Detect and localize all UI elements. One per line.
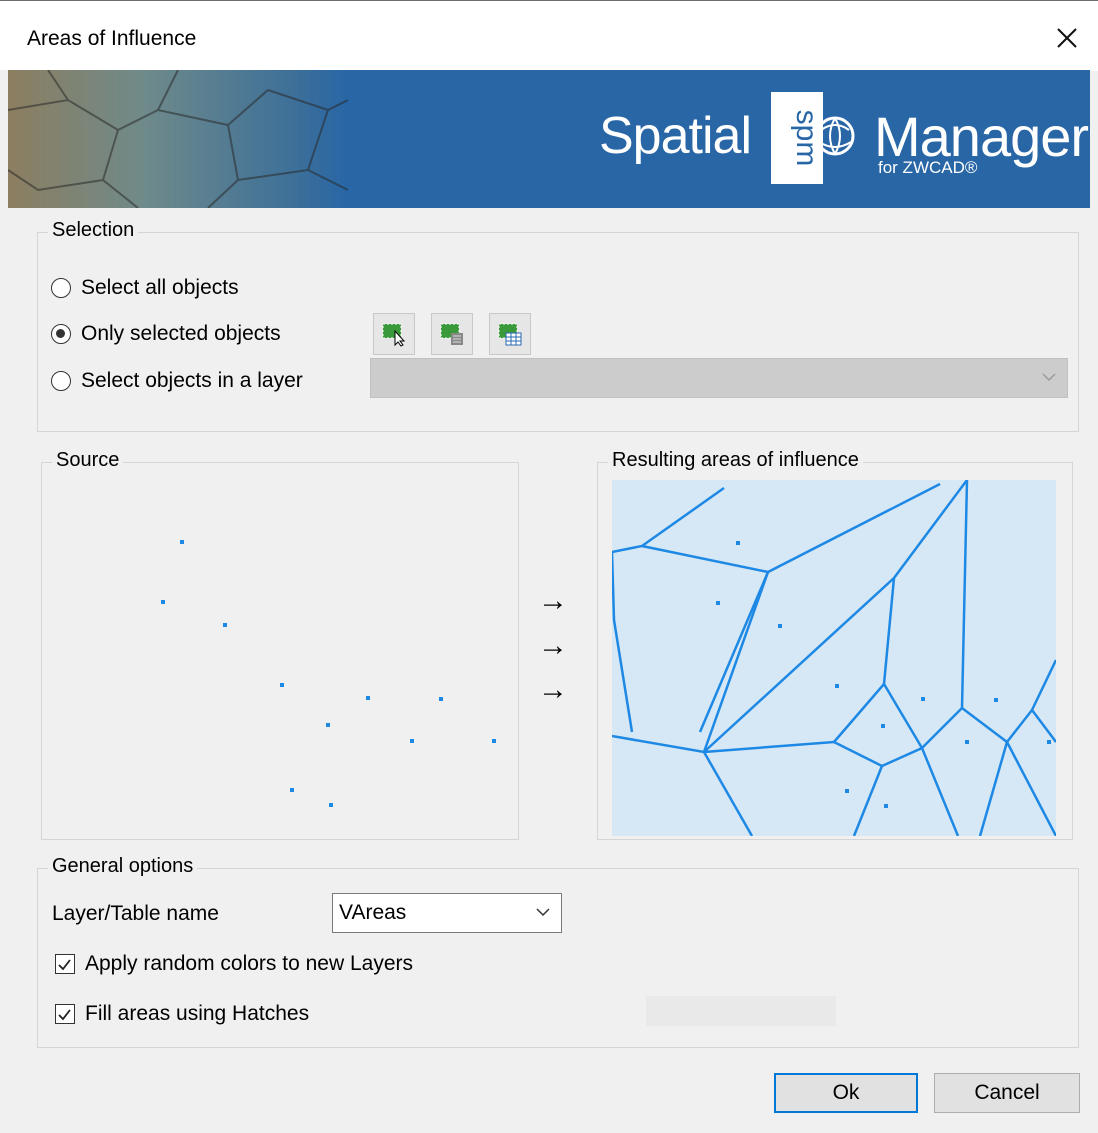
source-point <box>439 697 443 701</box>
hidden-control-placeholder <box>646 996 836 1026</box>
arrow-right-icon: → <box>538 629 568 662</box>
select-by-filter-button[interactable] <box>431 313 473 355</box>
radio-label: Only selected objects <box>81 322 281 345</box>
brand-spatial-text: Spatial <box>599 107 752 165</box>
radio-circle[interactable] <box>51 278 71 298</box>
source-point <box>280 683 284 687</box>
result-point <box>736 541 740 545</box>
result-point <box>884 804 888 808</box>
source-point <box>492 739 496 743</box>
select-objects-button[interactable] <box>373 313 415 355</box>
header-banner: Spatial spm Manager for ZWCAD® <box>8 70 1090 208</box>
source-point <box>366 696 370 700</box>
source-point <box>329 803 333 807</box>
title-bar: Areas of Influence <box>0 0 1098 71</box>
select-by-table-button[interactable] <box>489 313 531 355</box>
select-table-icon <box>498 323 522 346</box>
result-point <box>835 684 839 688</box>
checkbox-box[interactable] <box>55 954 75 974</box>
result-point <box>845 789 849 793</box>
select-filter-icon <box>440 323 463 345</box>
chevron-down-icon[interactable] <box>535 906 551 918</box>
result-point <box>1047 740 1051 744</box>
checkbox-label: Apply random colors to new Layers <box>85 952 413 975</box>
cancel-button[interactable]: Cancel <box>934 1073 1080 1113</box>
result-point <box>921 697 925 701</box>
close-icon[interactable] <box>1034 11 1098 67</box>
checkmark-icon <box>58 1009 71 1021</box>
radio-select-layer[interactable]: Select objects in a layer <box>51 369 303 393</box>
banner-voronoi-art <box>8 70 348 208</box>
brand-sub-text: for ZWCAD® <box>878 158 978 177</box>
window-edge <box>0 70 8 1133</box>
layer-table-name-value: VAreas <box>339 901 407 924</box>
source-legend: Source <box>52 449 124 472</box>
arrow-right-icon: → <box>538 584 568 617</box>
layer-dropdown[interactable] <box>370 358 1068 398</box>
source-point <box>161 600 165 604</box>
source-point <box>326 723 330 727</box>
radio-circle[interactable] <box>51 324 71 344</box>
result-point <box>778 624 782 628</box>
result-point <box>881 724 885 728</box>
arrow-right-icon: → <box>538 673 568 706</box>
voronoi-result-canvas <box>612 480 1056 836</box>
layer-table-name-combo[interactable]: VAreas <box>332 893 562 933</box>
result-fill <box>612 480 1056 836</box>
result-point <box>994 698 998 702</box>
general-options-legend: General options <box>48 855 198 878</box>
radio-select-all[interactable]: Select all objects <box>51 276 239 300</box>
source-point <box>410 739 414 743</box>
checkbox-label: Fill areas using Hatches <box>85 1002 310 1025</box>
source-point <box>180 540 184 544</box>
chevron-down-icon <box>1042 373 1056 382</box>
radio-label: Select objects in a layer <box>81 369 303 392</box>
radio-label: Select all objects <box>81 276 239 299</box>
radio-only-selected[interactable]: Only selected objects <box>51 322 281 346</box>
result-legend: Resulting areas of influence <box>608 449 863 472</box>
source-point <box>290 788 294 792</box>
ok-button[interactable]: Ok <box>774 1073 918 1113</box>
selection-legend: Selection <box>48 219 139 242</box>
source-points-canvas <box>161 540 496 807</box>
select-cursor-icon <box>382 323 406 347</box>
result-point <box>965 740 969 744</box>
spm-logo-icon: spm <box>771 92 855 184</box>
checkbox-box[interactable] <box>55 1004 75 1024</box>
source-point <box>223 623 227 627</box>
result-point <box>716 601 720 605</box>
checkmark-icon <box>58 959 71 971</box>
radio-circle[interactable] <box>51 371 71 391</box>
fill-hatches-checkbox[interactable]: Fill areas using Hatches <box>55 1002 309 1026</box>
random-colors-checkbox[interactable]: Apply random colors to new Layers <box>55 952 413 976</box>
window-title: Areas of Influence <box>27 27 197 50</box>
layer-table-name-label: Layer/Table name <box>52 902 219 925</box>
